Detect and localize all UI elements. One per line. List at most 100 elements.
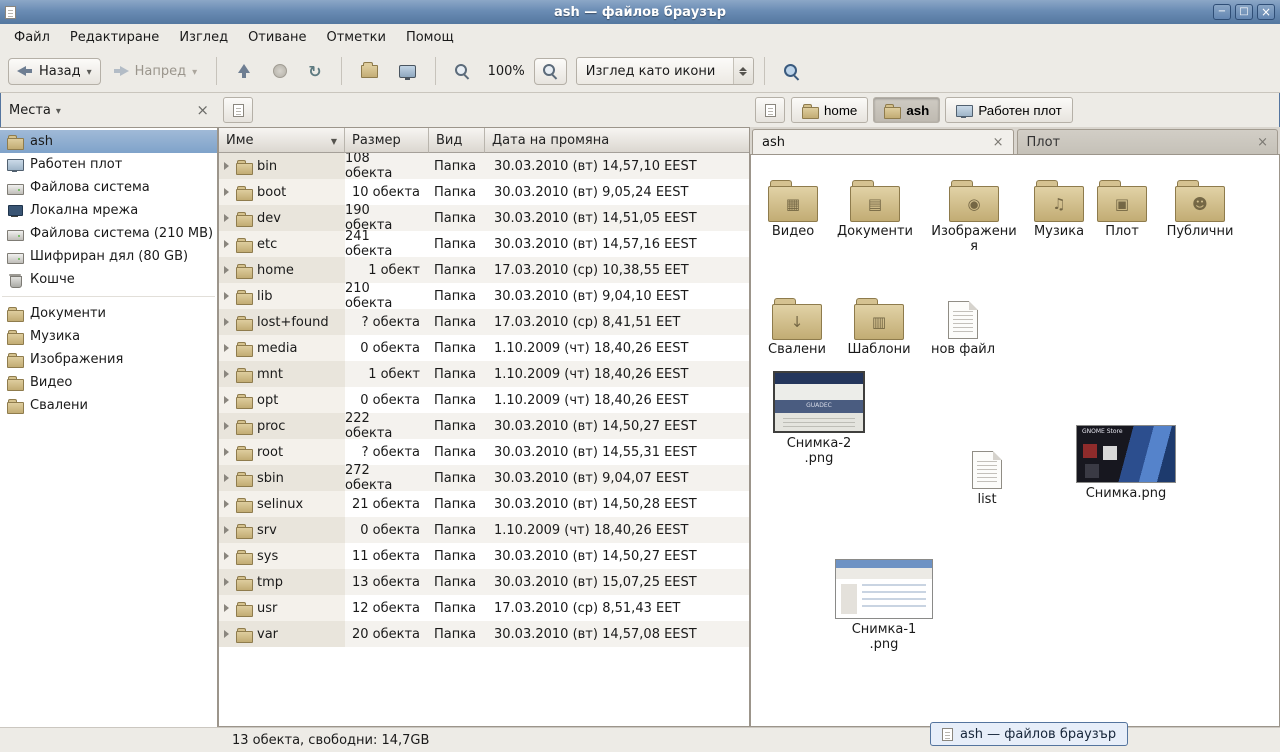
expander-icon[interactable] [224,552,231,560]
titlebar[interactable]: ash — файлов браузър [0,0,1280,24]
tab[interactable]: Плот [1017,129,1279,154]
sidebar-item[interactable]: Файлова система (210 MB) [0,222,217,245]
menu-item[interactable]: Редактиране [60,24,169,50]
menu-item[interactable]: Файл [4,24,60,50]
menu-item[interactable]: Отметки [316,24,395,50]
icon-item[interactable]: GUADEC Снимка-2.png [767,371,871,467]
path-button[interactable]: ash [873,97,940,123]
back-dropdown-icon[interactable] [87,64,92,79]
file-row[interactable]: opt 0 обекта Папка 1.10.2009 (чт) 18,40,… [219,387,749,413]
close-button[interactable] [1257,4,1275,20]
back-button[interactable]: Назад [8,58,101,85]
sidebar-item[interactable]: Видео [0,371,217,394]
minimize-button[interactable] [1213,4,1231,20]
file-row[interactable]: proc 222 обекта Папка 30.03.2010 (вт) 14… [219,413,749,439]
file-row[interactable]: mnt 1 обект Папка 1.10.2009 (чт) 18,40,2… [219,361,749,387]
location-toggle-button[interactable] [755,97,785,123]
expander-icon[interactable] [224,474,231,482]
computer-button[interactable] [390,59,425,84]
zoom-out-button[interactable] [446,58,479,85]
reload-button[interactable] [299,56,330,87]
icon-item[interactable]: ◉ Изображения [931,169,1017,255]
expander-icon[interactable] [224,448,231,456]
icon-item[interactable]: GNOME Store Снимка.png [1071,425,1181,502]
column-header-date[interactable]: Дата на промяна [485,128,749,153]
file-row[interactable]: root ? обекта Папка 30.03.2010 (вт) 14,5… [219,439,749,465]
sidebar-item[interactable]: Файлова система [0,176,217,199]
tab-close-icon[interactable] [993,135,1004,150]
file-row[interactable]: sbin 272 обекта Папка 30.03.2010 (вт) 9,… [219,465,749,491]
menu-item[interactable]: Изглед [169,24,238,50]
file-row[interactable]: bin 108 обекта Папка 30.03.2010 (вт) 14,… [219,153,749,179]
location-toggle-button[interactable] [223,97,253,123]
sidebar-dropdown-icon[interactable] [56,103,61,118]
file-row[interactable]: lost+found ? обекта Папка 17.03.2010 (ср… [219,309,749,335]
file-row[interactable]: tmp 13 обекта Папка 30.03.2010 (вт) 15,0… [219,569,749,595]
spinner-arrows-icon[interactable] [733,58,753,84]
sidebar-close-icon[interactable] [196,101,209,119]
icon-view[interactable]: ▦ Видео ▤ Документи [750,155,1280,727]
file-row[interactable]: srv 0 обекта Папка 1.10.2009 (чт) 18,40,… [219,517,749,543]
menu-item[interactable]: Отиване [238,24,316,50]
expander-icon[interactable] [224,370,231,378]
sidebar-item[interactable]: Кошче [0,268,217,291]
maximize-button[interactable] [1235,4,1253,20]
file-row[interactable]: usr 12 обекта Папка 17.03.2010 (ср) 8,51… [219,595,749,621]
sidebar-item[interactable]: Документи [0,302,217,325]
search-button[interactable] [775,58,808,85]
expander-icon[interactable] [224,188,231,196]
sidebar-item[interactable]: Изображения [0,348,217,371]
view-mode-select[interactable]: Изглед като икони [576,57,754,85]
expander-icon[interactable] [224,578,231,586]
file-row[interactable]: sys 11 обекта Папка 30.03.2010 (вт) 14,5… [219,543,749,569]
expander-icon[interactable] [224,526,231,534]
path-button[interactable]: home [791,97,868,123]
taskbar-window-button[interactable]: ash — файлов браузър [930,722,1128,746]
expander-icon[interactable] [224,630,231,638]
file-row[interactable]: home 1 обект Папка 17.03.2010 (ср) 10,38… [219,257,749,283]
icon-item[interactable]: ↓ Свалени [757,287,837,358]
sidebar-item[interactable]: Музика [0,325,217,348]
file-row[interactable]: boot 10 обекта Папка 30.03.2010 (вт) 9,0… [219,179,749,205]
column-header-size[interactable]: Размер [345,128,429,153]
icon-item[interactable]: ▦ Видео [753,169,833,240]
expander-icon[interactable] [224,396,231,404]
icon-item[interactable]: Снимка-1.png [829,559,939,653]
zoom-in-button[interactable] [534,58,567,85]
icon-item[interactable]: ▣ Плот [1087,169,1157,240]
expander-icon[interactable] [224,422,231,430]
expander-icon[interactable] [224,292,231,300]
expander-icon[interactable] [224,266,231,274]
sidebar-title[interactable]: Места [9,103,51,118]
file-row[interactable]: var 20 обекта Папка 30.03.2010 (вт) 14,5… [219,621,749,647]
sidebar-item[interactable]: Шифриран дял (80 GB) [0,245,217,268]
expander-icon[interactable] [224,240,231,248]
column-header-name[interactable]: Име [219,128,345,153]
file-row[interactable]: etc 241 обекта Папка 30.03.2010 (вт) 14,… [219,231,749,257]
menu-item[interactable]: Помощ [396,24,464,50]
sidebar-item[interactable]: Локална мрежа [0,199,217,222]
column-header-type[interactable]: Вид [429,128,485,153]
sidebar-item[interactable]: ash [0,130,217,153]
stop-button[interactable] [264,58,296,84]
file-row[interactable]: media 0 обекта Папка 1.10.2009 (чт) 18,4… [219,335,749,361]
file-row[interactable]: lib 210 обекта Папка 30.03.2010 (вт) 9,0… [219,283,749,309]
expander-icon[interactable] [224,318,231,326]
file-row[interactable]: selinux 21 обекта Папка 30.03.2010 (вт) … [219,491,749,517]
forward-button[interactable]: Напред [104,58,207,85]
up-button[interactable] [227,58,261,84]
icon-item[interactable]: нов файл [923,287,1003,358]
file-row[interactable]: dev 190 обекта Папка 30.03.2010 (вт) 14,… [219,205,749,231]
sidebar-item[interactable]: Свалени [0,394,217,417]
expander-icon[interactable] [224,214,231,222]
path-button[interactable]: Работен плот [945,97,1072,123]
icon-item[interactable]: list [947,437,1027,508]
icon-item[interactable]: ☻ Публични [1157,169,1243,240]
expander-icon[interactable] [224,344,231,352]
icon-item[interactable]: ▥ Шаблони [839,287,919,358]
sidebar-item[interactable]: Работен плот [0,153,217,176]
tab-close-icon[interactable] [1257,135,1268,150]
home-folder-button[interactable] [352,59,387,84]
expander-icon[interactable] [224,162,231,170]
expander-icon[interactable] [224,500,231,508]
